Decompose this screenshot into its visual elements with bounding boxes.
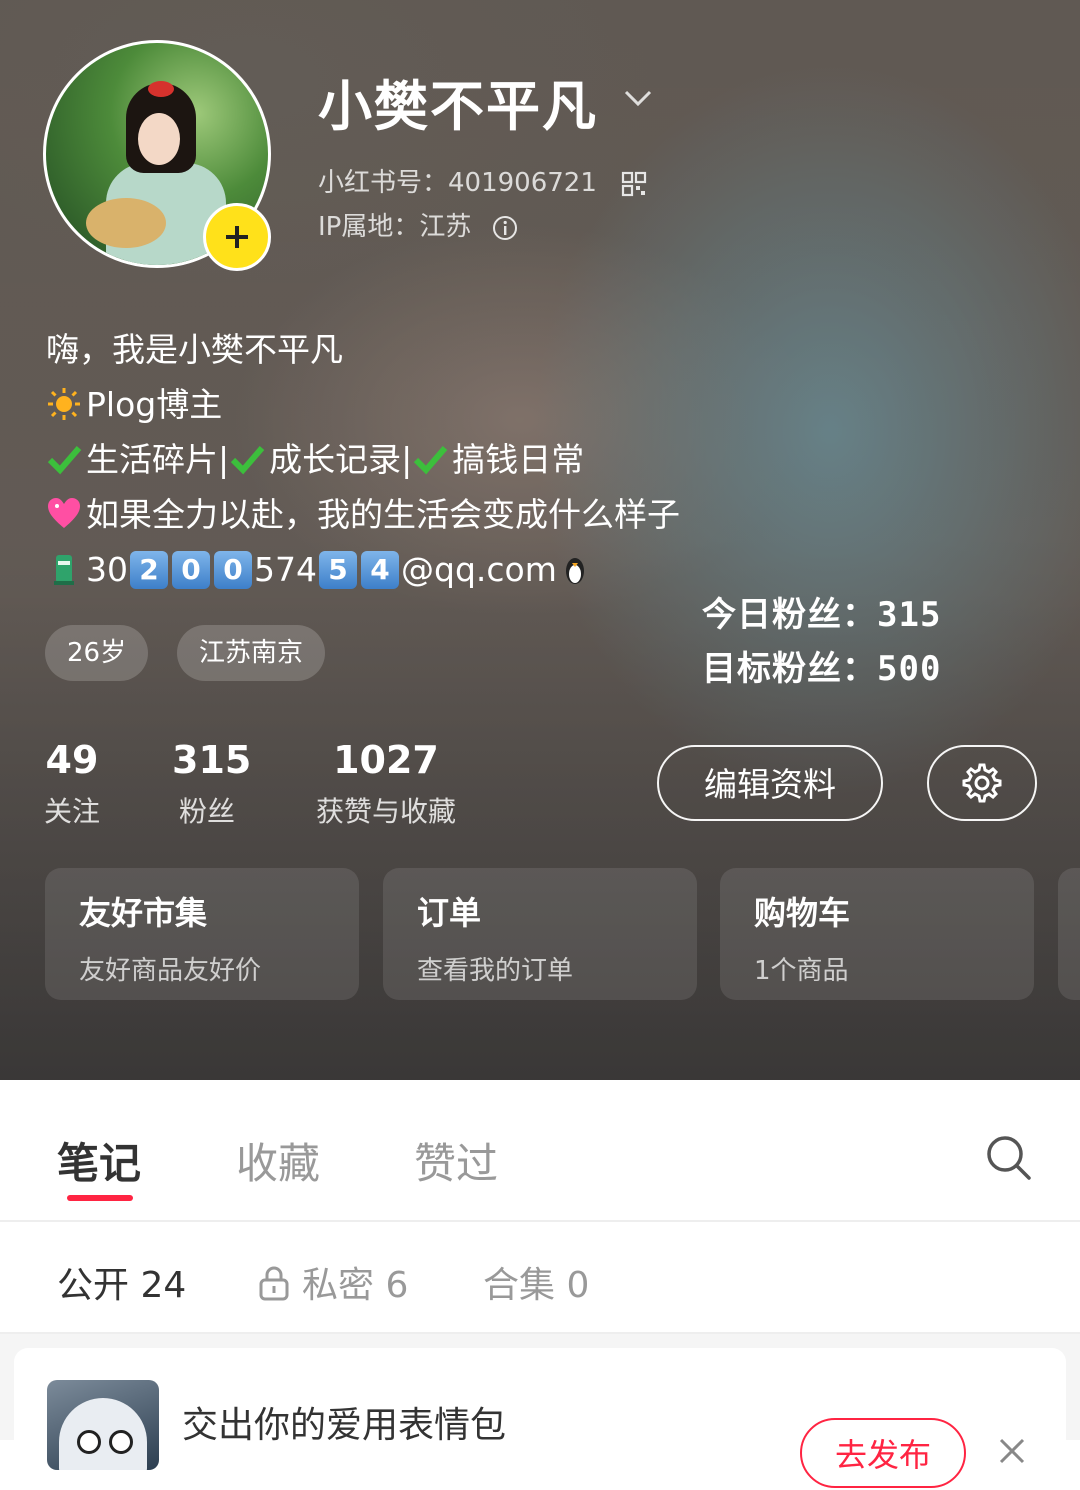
email-keycap: 4: [361, 551, 399, 589]
ip-location-row: IP属地：江苏: [318, 206, 518, 243]
fans-target: 目标粉丝：500: [702, 649, 942, 689]
email-keycap: 5: [319, 551, 357, 589]
likes-label: 获赞与收藏: [315, 795, 456, 828]
bio: 嗨，我是小樊不平凡 Plog博主 生活碎片| 成长记录| 搞钱日常 如果全力以赴，我…: [46, 322, 766, 597]
followers-count: 315: [172, 738, 252, 782]
location-tag: 江苏南京: [177, 625, 326, 681]
add-avatar-button[interactable]: [203, 203, 271, 271]
likes-stat[interactable]: 1027 获赞与收藏: [310, 738, 462, 830]
ip-location: IP属地：江苏: [318, 212, 472, 242]
note-filter-tabs: 公开 24 私密 6 合集 0: [0, 1222, 1080, 1334]
notes-content: 交出你的爱用表情包 去发布: [0, 1334, 1080, 1488]
sun-icon: [48, 388, 80, 420]
search-icon[interactable]: [983, 1132, 1033, 1182]
draft-title: 交出你的爱用表情包: [182, 1405, 507, 1446]
bio-line-email: 30 2 0 0 574 5 4 @qq.com: [46, 542, 766, 597]
bio-line-4-text: 如果全力以赴，我的生活会变成什么样子: [86, 495, 680, 534]
email-keycap: 2: [130, 551, 168, 589]
card-friendly-market[interactable]: 友好市集 友好商品友好价: [45, 868, 359, 1000]
lock-icon: [259, 1266, 289, 1301]
card-title: 订单: [417, 894, 482, 932]
card-subtitle: 查看我的订单: [417, 956, 574, 986]
mailbox-icon: [54, 555, 74, 585]
email-part-5: 574: [254, 550, 317, 589]
bio-line-2-text: Plog博主: [86, 385, 223, 424]
tab-notes[interactable]: 笔记: [57, 1130, 141, 1191]
card-cart[interactable]: 购物车 1个商品: [720, 868, 1034, 1000]
qr-code-icon[interactable]: [621, 171, 647, 197]
email-domain: @qq.com: [401, 550, 557, 589]
bio-line-3b: 成长记录|: [269, 440, 413, 479]
draft-prompt-card[interactable]: 交出你的爱用表情包 去发布: [14, 1348, 1066, 1488]
gear-icon: [962, 763, 1002, 803]
filter-private-label: 私密 6: [302, 1265, 409, 1306]
bio-line-3a: 生活碎片|: [86, 440, 230, 479]
main-tabs: 笔记 收藏 赞过: [0, 1080, 1080, 1222]
filter-private[interactable]: 私密 6: [258, 1256, 408, 1308]
card-subtitle: 友好商品友好价: [79, 956, 262, 986]
thumbnail-eye: [77, 1430, 101, 1454]
avatar-flower: [148, 81, 174, 97]
check-icon: [231, 446, 265, 475]
account-id: 小红书号：401906721: [318, 168, 597, 198]
bio-line-2: Plog博主: [46, 377, 766, 432]
profile-header: 小樊不平凡 小红书号：401906721 IP属地：江苏 嗨，我是小樊不平凡 P…: [0, 0, 1080, 1080]
email-keycap: 0: [172, 551, 210, 589]
tab-liked[interactable]: 赞过: [414, 1130, 498, 1191]
close-icon[interactable]: [997, 1436, 1027, 1466]
draft-thumbnail: [47, 1380, 159, 1470]
bio-line-3: 生活碎片| 成长记录| 搞钱日常: [46, 432, 766, 487]
active-tab-indicator: [67, 1195, 133, 1201]
age-tag: 26岁: [45, 625, 149, 681]
account-id-row[interactable]: 小红书号：401906721: [318, 162, 647, 199]
info-icon[interactable]: [492, 215, 518, 241]
chevron-down-icon[interactable]: [622, 86, 654, 110]
fans-note: 今日粉丝：315 目标粉丝：500: [702, 588, 941, 696]
plus-icon: [226, 226, 248, 248]
following-stat[interactable]: 49 关注: [42, 738, 102, 830]
email-part-1: 30: [86, 550, 128, 589]
following-count: 49: [45, 738, 99, 782]
check-icon: [414, 446, 448, 475]
fans-today: 今日粉丝：315: [702, 595, 942, 635]
thumbnail-cat: [59, 1398, 147, 1470]
sparkle-heart-icon: [48, 498, 80, 528]
following-label: 关注: [43, 795, 100, 828]
check-icon: [47, 446, 82, 475]
bio-line-4: 如果全力以赴，我的生活会变成什么样子: [46, 487, 766, 542]
card-orders[interactable]: 订单 查看我的订单: [383, 868, 697, 1000]
publish-button[interactable]: 去发布: [800, 1418, 966, 1488]
tab-collections[interactable]: 收藏: [236, 1130, 320, 1191]
username[interactable]: 小樊不平凡: [318, 62, 598, 141]
likes-count: 1027: [333, 738, 439, 782]
followers-label: 粉丝: [178, 795, 235, 828]
card-subtitle: 1个商品: [754, 956, 849, 986]
filter-public[interactable]: 公开 24: [57, 1256, 186, 1308]
bio-line-1: 嗨，我是小樊不平凡: [46, 330, 343, 369]
card-title: 友好市集: [79, 894, 208, 932]
penguin-icon: [565, 558, 584, 584]
email-keycap: 0: [214, 551, 252, 589]
edit-profile-button[interactable]: 编辑资料: [657, 745, 883, 821]
card-title: 购物车: [754, 894, 851, 932]
filter-albums[interactable]: 合集 0: [483, 1256, 589, 1308]
avatar-hat: [86, 198, 166, 248]
thumbnail-eye: [109, 1430, 133, 1454]
avatar-face: [138, 113, 180, 165]
settings-button[interactable]: [927, 745, 1037, 821]
followers-stat[interactable]: 315 粉丝: [172, 738, 252, 830]
bio-line-3c: 搞钱日常: [452, 440, 585, 479]
card-more[interactable]: [1058, 868, 1080, 1000]
